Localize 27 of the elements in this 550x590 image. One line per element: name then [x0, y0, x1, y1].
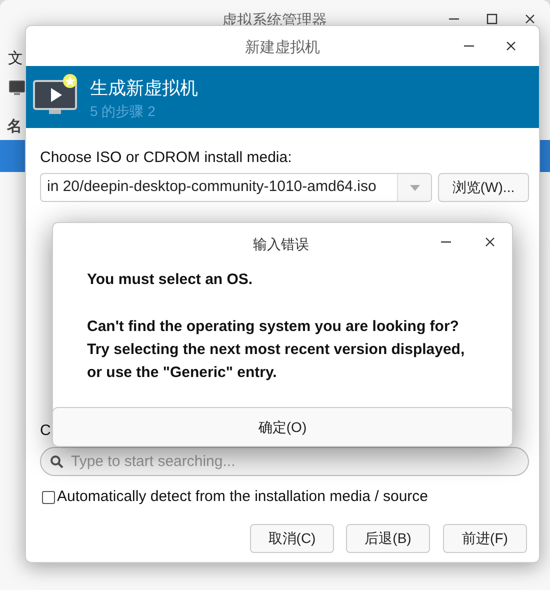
- media-label: Choose ISO or CDROM install media:: [40, 148, 292, 168]
- monitor-icon[interactable]: [9, 80, 25, 98]
- error-details: Can't find the operating system you are looking for? Try selecting the next most recent version displayed, or use the "Generic" entry.: [87, 317, 465, 383]
- media-combo-box[interactable]: in 20/deepin-desktop-community-1010-amd64.iso: [40, 173, 432, 202]
- close-icon[interactable]: [505, 40, 517, 52]
- maximize-icon[interactable]: [486, 13, 498, 25]
- search-field[interactable]: Type to start searching...: [40, 447, 529, 476]
- dialog-button[interactable]: 后退(B): [346, 524, 430, 553]
- checkbox[interactable]: [42, 490, 55, 504]
- error-message: You must select an OS.: [87, 270, 253, 290]
- error-dialog-title: 输入错误: [253, 235, 309, 254]
- close-icon[interactable]: [484, 236, 496, 248]
- browse-button[interactable]: 浏览(W)...: [438, 173, 529, 202]
- checkbox-label: Automatically detect from the installation media / source: [57, 487, 428, 507]
- column-header: 名: [7, 117, 22, 137]
- close-icon[interactable]: [524, 13, 536, 25]
- media-path: in 20/deepin-desktop-community-1010-amd64.iso: [46, 177, 378, 198]
- dialog-button[interactable]: 前进(F): [443, 524, 527, 553]
- search-icon: [50, 455, 64, 469]
- monitor-star-icon: [33, 73, 79, 117]
- dialog-button[interactable]: 取消(C): [250, 524, 334, 553]
- menu-item[interactable]: 文: [8, 48, 23, 70]
- header-title: 生成新虚拟机: [90, 77, 198, 100]
- dialog-title: 新建虚拟机: [245, 38, 320, 58]
- ok-button[interactable]: 确定(O): [52, 407, 513, 447]
- header-subtitle: 5 的步骤 2: [90, 102, 156, 121]
- os-label: C: [40, 421, 51, 441]
